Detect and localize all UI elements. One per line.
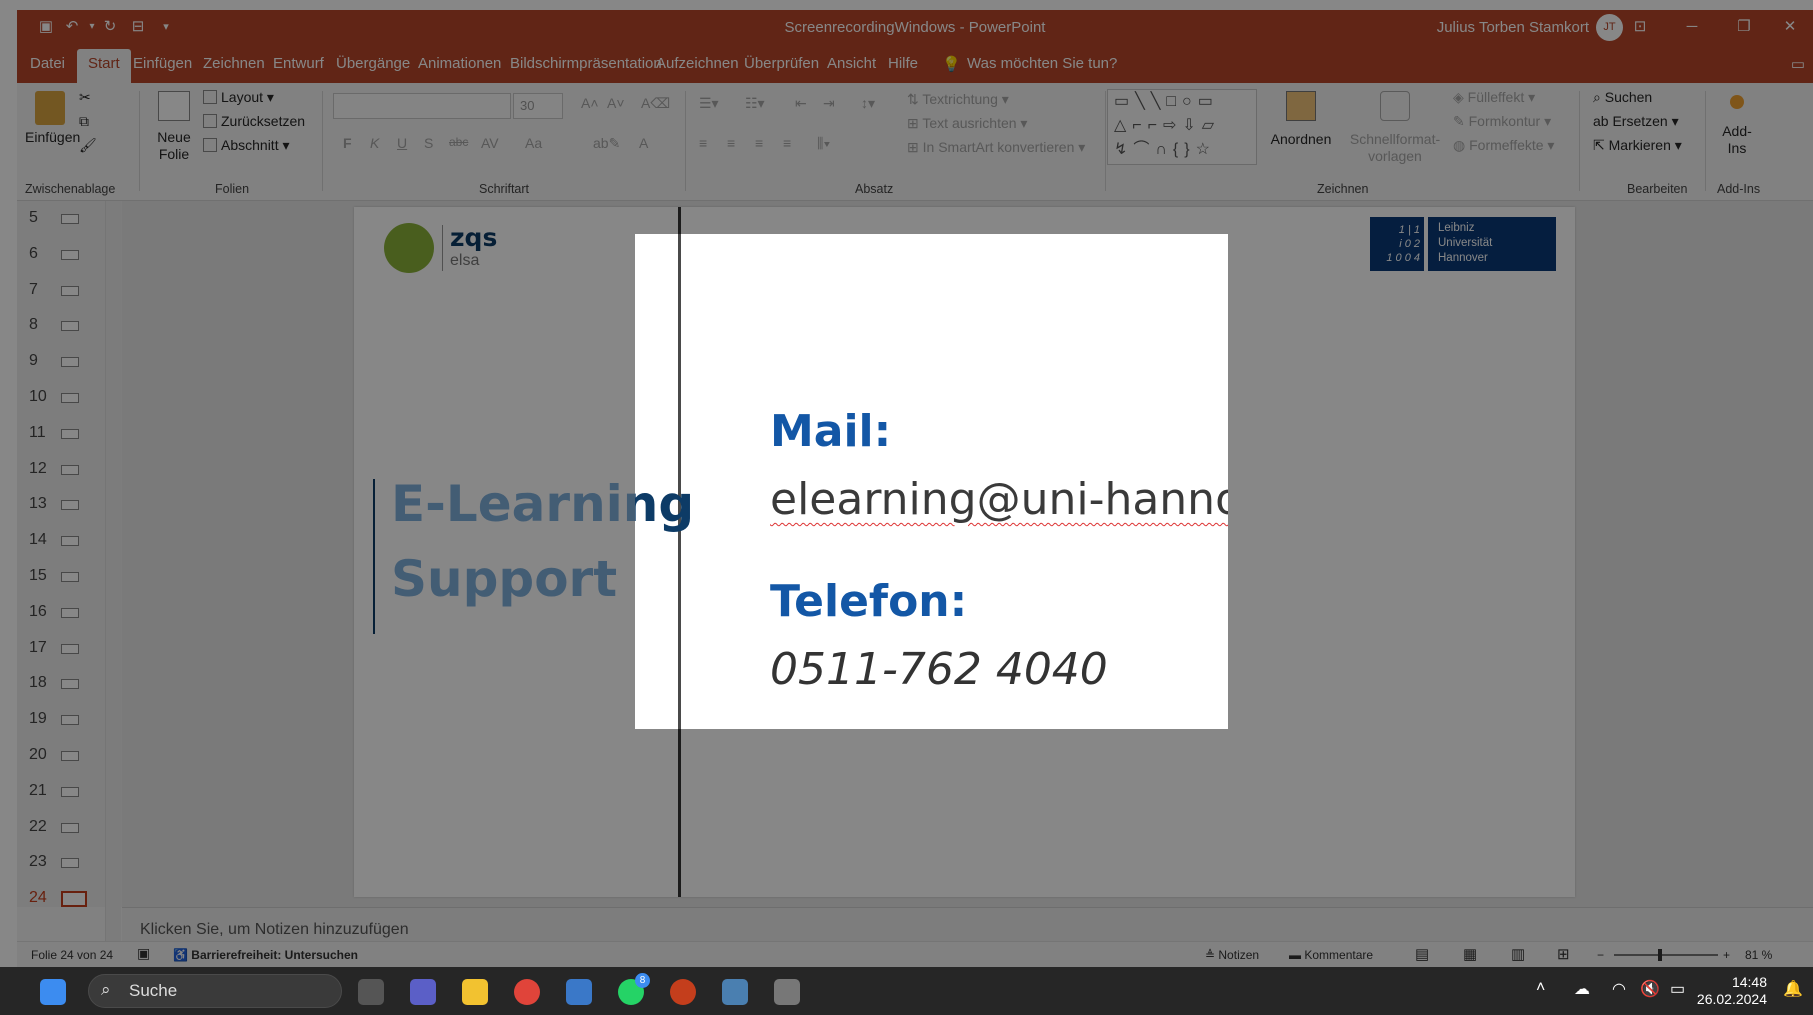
slide-title-line-1[interactable]: E-Learning (391, 475, 635, 533)
clock[interactable]: 14:48 26.02.2024 (1697, 974, 1767, 1008)
taskbar-search-label: Suche (129, 981, 178, 1000)
screen: ▣ ↶ ▾ ↻ ⊟ ▾ ScreenrecordingWindows - Pow… (0, 0, 1813, 1015)
whatsapp-icon[interactable]: 8 (618, 973, 650, 1005)
battery-icon[interactable]: ▭ (1670, 979, 1685, 999)
wifi-icon[interactable]: ◠ (1612, 979, 1626, 999)
volume-muted-icon[interactable]: 🔇 (1640, 979, 1660, 999)
notification-bell-icon[interactable]: 🔔 (1783, 979, 1803, 999)
taskbar-search[interactable]: ⌕ Suche (88, 974, 342, 1008)
slide-title-line-2[interactable]: Support (391, 550, 617, 608)
focus-highlight: E-Learning Mail: elearning@uni-hannover.… (635, 234, 1228, 729)
whatsapp-badge: 8 (635, 973, 650, 988)
tray-chevron-icon[interactable]: ˄ (1536, 979, 1545, 997)
onedrive-icon[interactable]: ☁ (1574, 979, 1590, 999)
photos-icon[interactable] (722, 979, 748, 1005)
store-icon[interactable] (566, 979, 592, 1005)
phone-label: Telefon: (770, 576, 968, 627)
slide-title-line-1-overlay: E-Learning (635, 475, 695, 533)
clock-date: 26.02.2024 (1696, 991, 1767, 1007)
search-icon: ⌕ (101, 980, 111, 999)
clock-time: 14:48 (1731, 974, 1767, 990)
mail-address[interactable]: elearning@uni-hannover.de (770, 474, 1228, 525)
start-icon[interactable] (40, 979, 66, 1005)
file-explorer-icon[interactable] (462, 979, 488, 1005)
teams-icon[interactable] (410, 979, 436, 1005)
taskbar: ⌕ Suche 8 ˄ ☁ ◠ 🔇 ▭ 14:48 26.02.2024 🔔 (0, 967, 1813, 1015)
task-view-icon[interactable] (358, 979, 384, 1005)
mail-label: Mail: (770, 406, 892, 457)
chrome-icon[interactable] (514, 979, 540, 1005)
phone-number: 0511-762 4040 (770, 644, 1108, 695)
powerpoint-icon[interactable] (670, 979, 696, 1005)
snipping-tool-icon[interactable] (774, 979, 800, 1005)
